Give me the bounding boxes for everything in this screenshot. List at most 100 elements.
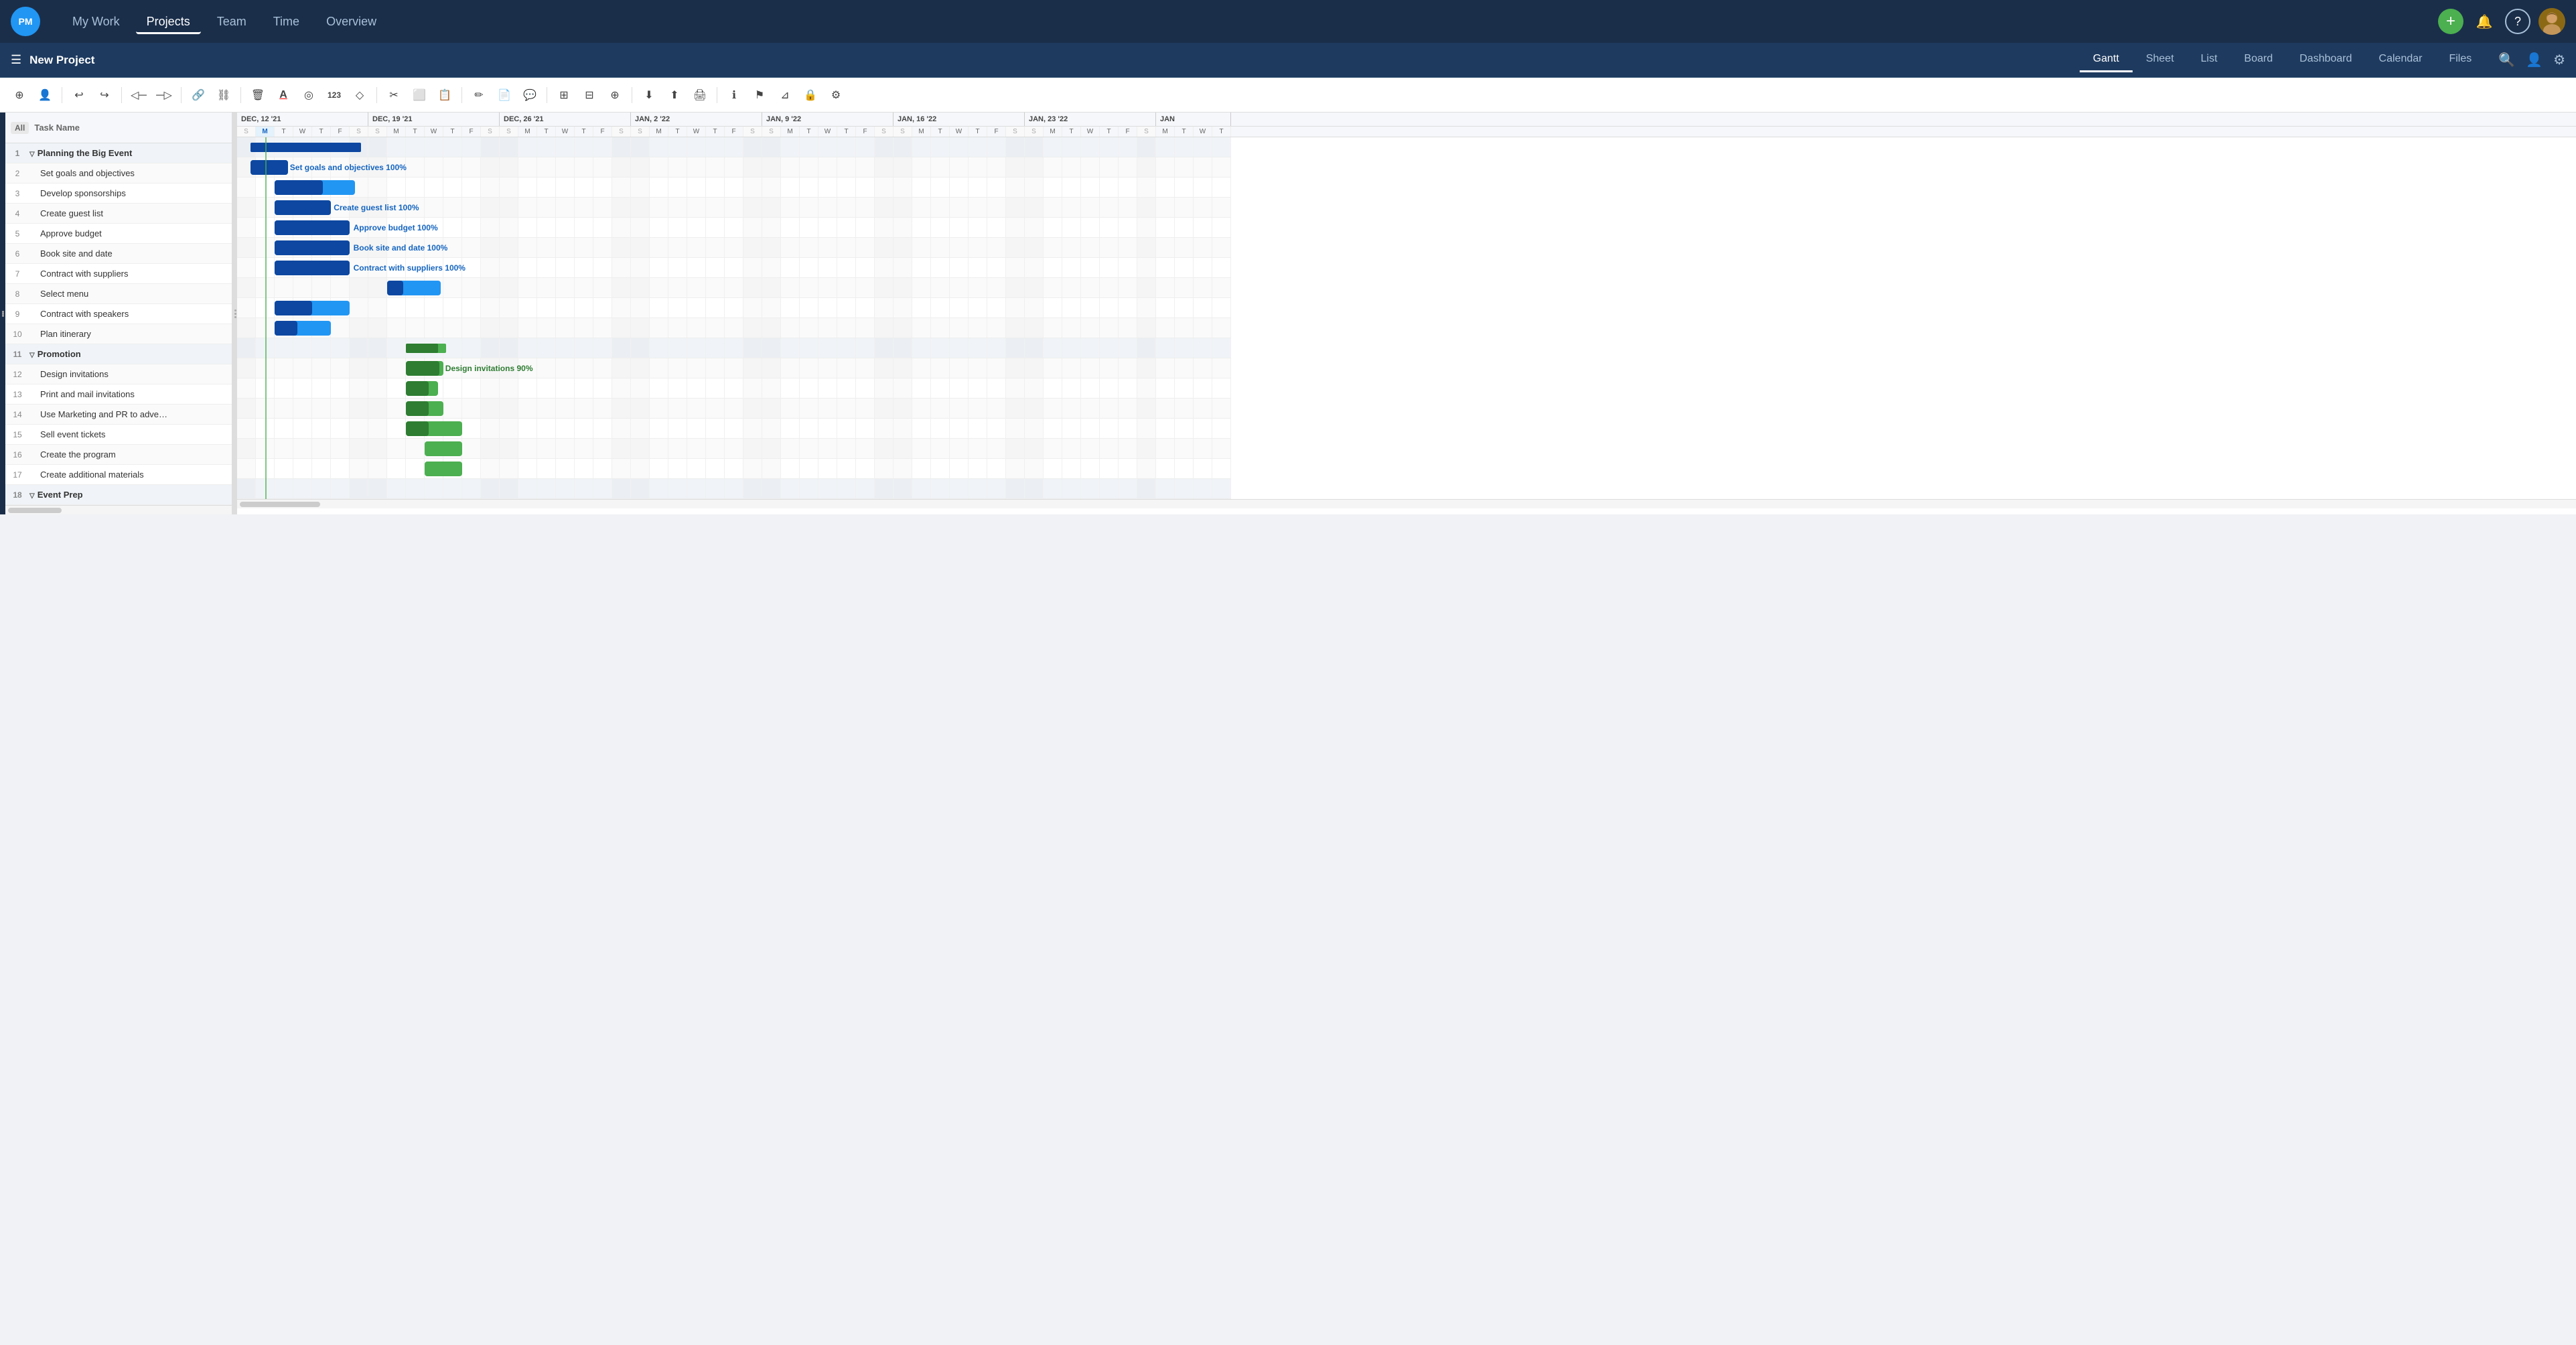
undo-button[interactable]: ↩: [68, 84, 90, 107]
task-row[interactable]: 10Plan itinerary: [5, 324, 232, 344]
task-row[interactable]: 7Contract with suppliers: [5, 264, 232, 284]
gantt-bar[interactable]: Design invitations 90%: [406, 361, 443, 376]
collapse-button[interactable]: ▽: [29, 492, 35, 500]
gantt-bar[interactable]: [275, 180, 355, 195]
task-row[interactable]: 2Set goals and objectives: [5, 163, 232, 184]
avatar[interactable]: [2538, 8, 2565, 35]
assign-user-button[interactable]: 👤: [33, 84, 56, 107]
add-button[interactable]: +: [2438, 9, 2463, 34]
paste-button[interactable]: 📋: [433, 84, 456, 107]
gantt-bar[interactable]: Create guest list 100%: [275, 200, 331, 215]
collapse-button[interactable]: ▽: [29, 352, 35, 359]
indent-button[interactable]: ─▷: [153, 84, 175, 107]
notifications-button[interactable]: 🔔: [2472, 9, 2497, 34]
flag-button[interactable]: ⚑: [748, 84, 771, 107]
gantt-bar[interactable]: [406, 401, 443, 416]
gantt-cell: [368, 358, 387, 378]
task-row[interactable]: 18▽Event Prep: [5, 485, 232, 505]
gantt-bar[interactable]: Book site and date 100%: [275, 240, 350, 255]
task-row[interactable]: 3Develop sponsorships: [5, 184, 232, 204]
gantt-cell: [312, 459, 331, 478]
print-button[interactable]: 🖨: [689, 84, 711, 107]
task-row[interactable]: 12Design invitations: [5, 364, 232, 384]
link-button[interactable]: 🔗: [187, 84, 210, 107]
gantt-bar[interactable]: [406, 421, 462, 436]
gantt-bar[interactable]: [406, 381, 438, 396]
task-row[interactable]: 16Create the program: [5, 445, 232, 465]
right-scrollbar-thumb[interactable]: [240, 502, 320, 507]
milestone-button[interactable]: ◇: [348, 84, 371, 107]
export-button[interactable]: ⬆: [663, 84, 686, 107]
columns-button[interactable]: ⊞: [553, 84, 575, 107]
tab-gantt[interactable]: Gantt: [2080, 48, 2133, 72]
gantt-bar[interactable]: [275, 321, 331, 336]
search-icon[interactable]: 🔍: [2498, 52, 2515, 68]
gantt-bar[interactable]: [387, 281, 441, 295]
cut-button[interactable]: ✂: [382, 84, 405, 107]
fill-color-button[interactable]: ◎: [297, 84, 320, 107]
task-row[interactable]: 15Sell event tickets: [5, 425, 232, 445]
task-row[interactable]: 11▽Promotion: [5, 344, 232, 364]
nav-projects[interactable]: Projects: [136, 9, 201, 34]
import-button[interactable]: ⬇: [638, 84, 660, 107]
gantt-bar[interactable]: [425, 462, 462, 476]
tab-files[interactable]: Files: [2435, 48, 2485, 72]
tab-list[interactable]: List: [2188, 48, 2231, 72]
gantt-bar[interactable]: Approve budget 100%: [275, 220, 350, 235]
gantt-cell: [593, 258, 612, 277]
comment-button[interactable]: 💬: [518, 84, 541, 107]
task-row[interactable]: 13Print and mail invitations: [5, 384, 232, 405]
gantt-bar[interactable]: [251, 143, 361, 152]
redo-button[interactable]: ↪: [93, 84, 116, 107]
table-button[interactable]: ⊟: [578, 84, 601, 107]
left-scrollbar-thumb[interactable]: [8, 508, 62, 513]
collapse-button[interactable]: ▽: [29, 151, 35, 158]
gantt-bar[interactable]: [406, 344, 446, 353]
gantt-bar[interactable]: Set goals and objectives 100%: [251, 160, 288, 175]
filter-button[interactable]: ⊿: [774, 84, 796, 107]
nav-my-work[interactable]: My Work: [62, 9, 131, 34]
task-row[interactable]: 6Book site and date: [5, 244, 232, 264]
task-row[interactable]: 17Create additional materials: [5, 465, 232, 485]
info-button[interactable]: ℹ: [723, 84, 745, 107]
text-color-button[interactable]: A: [272, 84, 295, 107]
task-row[interactable]: 9Contract with speakers: [5, 304, 232, 324]
task-row[interactable]: 14Use Marketing and PR to adve…: [5, 405, 232, 425]
left-scrollbar[interactable]: [5, 505, 232, 514]
notes-button[interactable]: 📄: [493, 84, 516, 107]
nav-overview[interactable]: Overview: [315, 9, 387, 34]
right-scrollbar[interactable]: [237, 499, 2576, 508]
zoom-button[interactable]: ⊕: [603, 84, 626, 107]
nav-time[interactable]: Time: [263, 9, 310, 34]
outdent-button[interactable]: ◁─: [127, 84, 150, 107]
task-row[interactable]: 4Create guest list: [5, 204, 232, 224]
task-row[interactable]: 1▽Planning the Big Event: [5, 143, 232, 163]
task-row[interactable]: 8Select menu: [5, 284, 232, 304]
gantt-bar[interactable]: Contract with suppliers 100%: [275, 261, 350, 275]
gantt-cell: [969, 298, 987, 317]
copy-button[interactable]: ⬜: [408, 84, 431, 107]
task-row[interactable]: 5Approve budget: [5, 224, 232, 244]
hamburger-menu[interactable]: ☰: [11, 53, 21, 67]
add-task-button[interactable]: ⊕: [8, 84, 31, 107]
settings-button[interactable]: ⚙: [825, 84, 847, 107]
delete-button[interactable]: 🗑: [246, 84, 269, 107]
help-button[interactable]: ?: [2505, 9, 2530, 34]
side-handle[interactable]: [0, 113, 5, 514]
gantt-bar[interactable]: [275, 301, 350, 315]
lock-button[interactable]: 🔒: [799, 84, 822, 107]
gantt-cell: [987, 399, 1006, 418]
number-format-button[interactable]: 123: [323, 84, 346, 107]
gantt-bar[interactable]: [425, 441, 462, 456]
all-button[interactable]: All: [11, 122, 29, 134]
nav-team[interactable]: Team: [206, 9, 257, 34]
right-panel[interactable]: DEC, 12 '21DEC, 19 '21DEC, 26 '21JAN, 2 …: [237, 113, 2576, 514]
tab-dashboard[interactable]: Dashboard: [2286, 48, 2365, 72]
tab-calendar[interactable]: Calendar: [2366, 48, 2436, 72]
user-settings-icon[interactable]: 👤: [2526, 52, 2543, 68]
settings-icon[interactable]: ⚙: [2553, 52, 2565, 68]
edit-button[interactable]: ✏: [468, 84, 490, 107]
tab-sheet[interactable]: Sheet: [2133, 48, 2188, 72]
tab-board[interactable]: Board: [2231, 48, 2287, 72]
unlink-button[interactable]: ⛓: [212, 84, 235, 107]
